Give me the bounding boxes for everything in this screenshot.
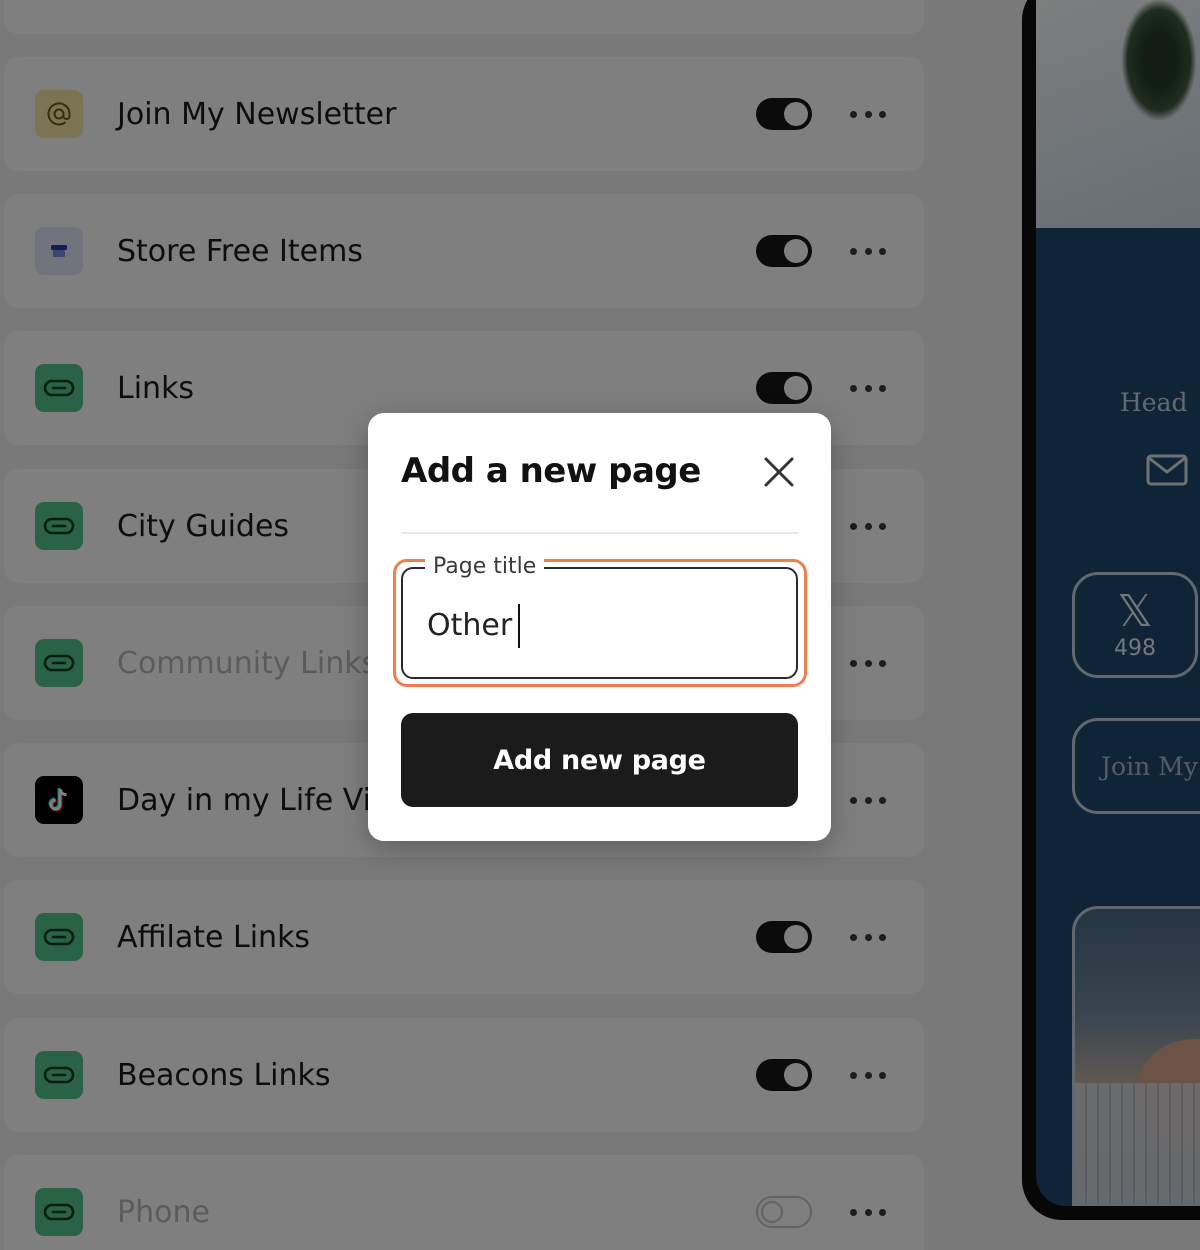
page: Join My Newsletter Store Free Items Link… [0, 0, 1200, 1250]
close-icon[interactable] [760, 453, 798, 491]
page-title-field: Page title [401, 552, 798, 679]
text-caret [518, 604, 520, 648]
page-title-label: Page title [425, 552, 545, 582]
dialog-divider [401, 532, 798, 534]
dialog-title: Add a new page [401, 451, 701, 491]
page-title-input[interactable] [427, 599, 767, 651]
add-new-page-button[interactable]: Add new page [401, 713, 798, 807]
add-page-dialog: Add a new page Page title Add new page [368, 413, 831, 841]
